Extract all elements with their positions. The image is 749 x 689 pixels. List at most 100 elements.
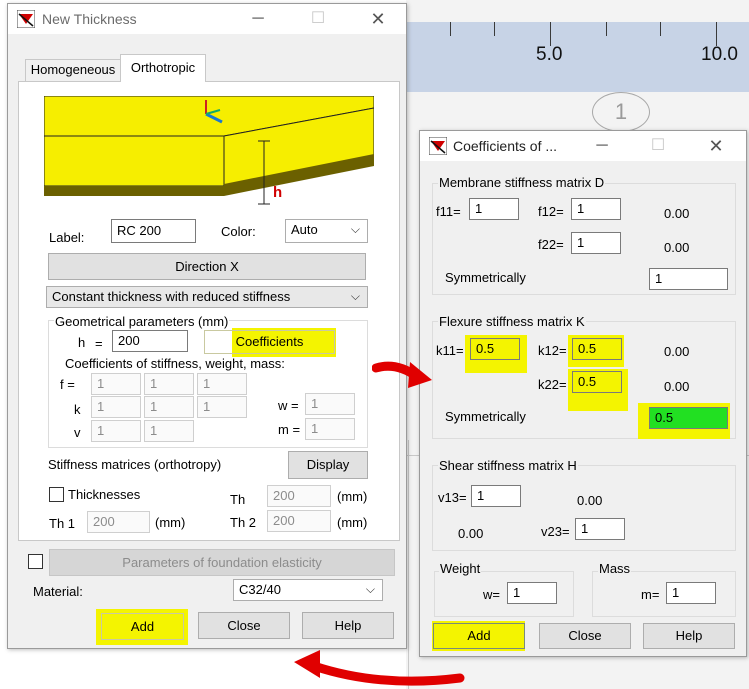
th-input: 200	[267, 485, 331, 507]
shear-caption: Shear stiffness matrix H	[438, 458, 578, 473]
f12-label: f12=	[538, 204, 564, 219]
display-button[interactable]: Display	[288, 451, 368, 479]
th2-input: 200	[267, 510, 331, 532]
membrane-caption: Membrane stiffness matrix D	[438, 175, 606, 190]
thickness-title: New Thickness	[42, 11, 137, 27]
chevron-down-icon: ⌵	[350, 289, 360, 303]
w-label: w =	[278, 398, 299, 413]
v-zero-2: 0.00	[458, 526, 484, 541]
stiffness-matrices-caption: Stiffness matrices (orthotropy)	[48, 457, 222, 472]
k-input-1: 1	[91, 396, 141, 418]
thickness-titlebar[interactable]: New Thickness ─ ☐ ✕	[8, 4, 406, 34]
th1-label: Th 1	[49, 516, 76, 531]
coefficients-button[interactable]: Coefficients	[204, 330, 335, 354]
foundation-checkbox[interactable]	[28, 554, 43, 569]
coef-close-button[interactable]: Close	[539, 623, 631, 649]
color-caption: Color:	[221, 224, 256, 239]
weight-w-label: w=	[483, 587, 500, 602]
flexure-sym-input[interactable]: 0.5	[649, 407, 728, 429]
thickness-type-dropdown[interactable]: Constant thickness with reduced stiffnes…	[46, 286, 368, 308]
label-caption: Label:	[49, 230, 85, 245]
m-input: 1	[305, 418, 355, 440]
chevron-down-icon: ⌵	[365, 582, 375, 596]
w-input: 1	[305, 393, 355, 415]
tab-homogeneous[interactable]: Homogeneous	[25, 59, 121, 81]
m-label: m =	[278, 422, 301, 437]
k-input-3: 1	[197, 396, 247, 418]
f-zero-1: 0.00	[664, 206, 690, 221]
minimize-icon[interactable]: ─	[588, 134, 616, 158]
coefficients-titlebar[interactable]: Coefficients of ... ─ ☐ ✕	[420, 131, 746, 161]
thickness-type-value: Constant thickness with reduced stiffnes…	[52, 289, 291, 304]
k12-input[interactable]: 0.5	[572, 338, 622, 360]
v13-label: v13=	[438, 490, 467, 505]
node-number-marker[interactable]: 1	[592, 92, 650, 132]
material-caption: Material:	[33, 584, 83, 599]
h-input[interactable]: 200	[112, 330, 188, 352]
tab-homogeneous-label: Homogeneous	[30, 62, 116, 77]
material-dropdown[interactable]: C32/40 ⌵	[233, 579, 383, 601]
maximize-icon: ☐	[650, 137, 666, 154]
f-input-2: 1	[144, 373, 194, 395]
k11-input[interactable]: 0.5	[470, 338, 520, 360]
th-label: Th	[230, 492, 246, 507]
close-icon[interactable]: ✕	[364, 7, 392, 31]
thicknesses-checkbox[interactable]	[49, 487, 64, 502]
th2-label: Th 2	[230, 515, 257, 530]
coef-caption: Coefficients of stiffness, weight, mass:	[65, 356, 285, 371]
k-label: k	[74, 402, 81, 417]
membrane-sym-input[interactable]: 1	[649, 268, 728, 290]
weight-caption: Weight	[439, 561, 482, 576]
k-zero-1: 0.00	[664, 344, 690, 359]
v-input-1: 1	[91, 420, 141, 442]
mass-m-label: m=	[641, 587, 660, 602]
maximize-icon: ☐	[310, 10, 326, 27]
th-unit: (mm)	[337, 489, 368, 504]
f11-label: f11=	[436, 204, 461, 219]
color-dropdown[interactable]: Auto ⌵	[285, 219, 368, 243]
k-input-2: 1	[144, 396, 194, 418]
v13-input[interactable]: 1	[471, 485, 521, 507]
help-button[interactable]: Help	[302, 612, 394, 639]
app-icon	[429, 137, 447, 155]
flexure-sym-label: Symmetrically	[445, 409, 526, 424]
coef-help-button[interactable]: Help	[643, 623, 735, 649]
tab-orthotropic[interactable]: Orthotropic	[120, 54, 206, 82]
k11-label: k11=	[436, 343, 464, 358]
thicknesses-label: Thicknesses	[68, 487, 141, 502]
label-input[interactable]: RC 200	[111, 219, 196, 243]
close-icon[interactable]: ✕	[702, 134, 730, 158]
f22-label: f22=	[538, 237, 564, 252]
close-button[interactable]: Close	[198, 612, 290, 639]
diagram-h-label: h	[273, 184, 283, 201]
v-input-2: 1	[144, 420, 194, 442]
ruler-label-10: 10.0	[701, 44, 738, 65]
v-label: v	[74, 425, 81, 440]
weight-input[interactable]: 1	[507, 582, 557, 604]
th1-input: 200	[87, 511, 150, 533]
new-thickness-dialog: New Thickness ─ ☐ ✕ Homogeneous Orthotro…	[7, 3, 407, 649]
h-equals: =	[95, 336, 103, 351]
f-zero-2: 0.00	[664, 240, 690, 255]
add-button[interactable]: Add	[101, 613, 184, 640]
f22-input[interactable]: 1	[571, 232, 621, 254]
f11-input[interactable]: 1	[469, 198, 519, 220]
f-input-3: 1	[197, 373, 247, 395]
membrane-sym-label: Symmetrically	[445, 270, 526, 285]
direction-x-button[interactable]: Direction X	[48, 253, 366, 280]
color-value: Auto	[291, 222, 318, 237]
v23-input[interactable]: 1	[575, 518, 625, 540]
annotation-arrow-left	[294, 650, 465, 686]
th2-unit: (mm)	[337, 515, 368, 530]
f-input-1: 1	[91, 373, 141, 395]
f12-input[interactable]: 1	[571, 198, 621, 220]
v23-label: v23=	[541, 524, 570, 539]
k-zero-2: 0.00	[664, 379, 690, 394]
k22-input[interactable]: 0.5	[572, 371, 622, 393]
coefficients-title: Coefficients of ...	[453, 138, 558, 154]
flexure-caption: Flexure stiffness matrix K	[438, 314, 586, 329]
minimize-icon[interactable]: ─	[244, 7, 272, 31]
mass-input[interactable]: 1	[666, 582, 716, 604]
k22-label: k22=	[538, 377, 567, 392]
coef-add-button[interactable]: Add	[433, 623, 525, 649]
